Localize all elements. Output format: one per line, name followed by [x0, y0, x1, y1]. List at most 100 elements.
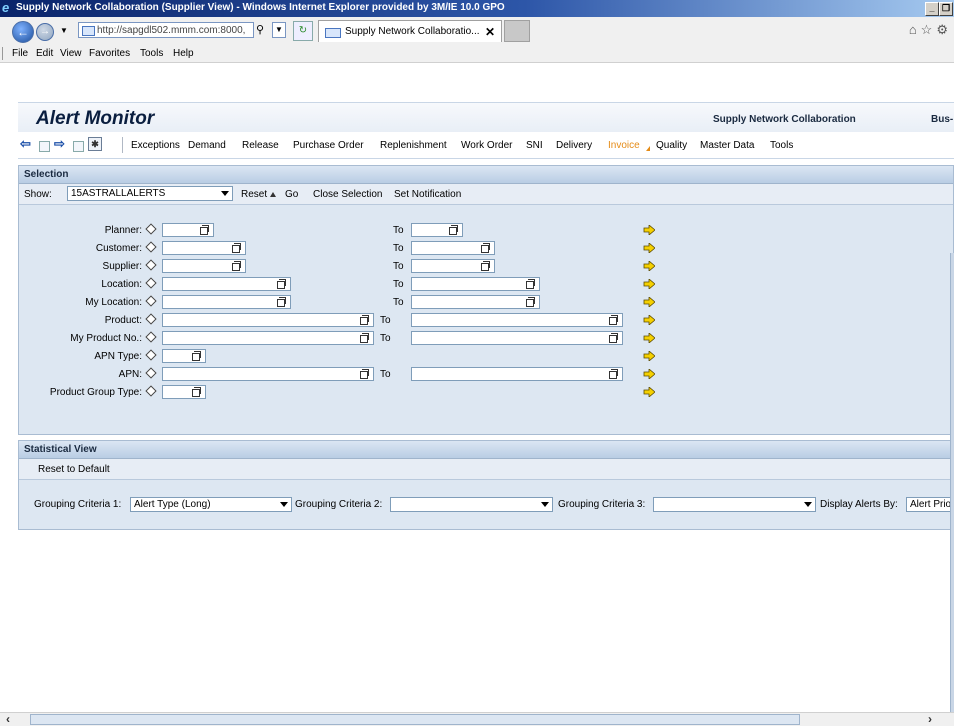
show-variant-select[interactable]: 15ASTRALLALERTS [67, 186, 233, 201]
value-help-icon[interactable] [609, 369, 618, 379]
menu-favorites[interactable]: Favorites [89, 48, 130, 59]
multiple-selection-arrow-icon[interactable] [643, 278, 656, 290]
value-help-icon[interactable] [449, 225, 458, 235]
browser-tab[interactable]: Supply Network Collaboratio... ✕ [318, 20, 502, 42]
value-help-icon[interactable] [360, 369, 369, 379]
value-help-icon[interactable] [232, 261, 241, 271]
menu-edit[interactable]: Edit [36, 48, 53, 59]
value-help-icon[interactable] [481, 261, 490, 271]
multiple-selection-arrow-icon[interactable] [643, 386, 656, 398]
nav-delivery[interactable]: Delivery [556, 140, 592, 151]
select-options-icon[interactable] [145, 223, 157, 235]
select-options-icon[interactable] [145, 349, 157, 361]
scroll-right-icon[interactable]: › [928, 712, 932, 726]
nav-quality[interactable]: Quality [656, 140, 687, 151]
nav-purchase-order[interactable]: Purchase Order [293, 140, 364, 151]
nav-demand[interactable]: Demand [188, 140, 226, 151]
tab-close-icon[interactable]: ✕ [485, 21, 495, 43]
multiple-selection-arrow-icon[interactable] [643, 296, 656, 308]
multiple-selection-arrow-icon[interactable] [643, 242, 656, 254]
horizontal-scrollbar[interactable]: ‹ › [0, 712, 954, 726]
value-help-icon[interactable] [277, 279, 286, 289]
nav-back-icon[interactable]: ⇦ [20, 137, 31, 151]
multiple-selection-arrow-icon[interactable] [643, 260, 656, 272]
multiple-selection-arrow-icon[interactable] [643, 350, 656, 362]
field-to-input[interactable] [411, 277, 540, 291]
back-button[interactable]: ← [12, 21, 34, 43]
forward-button[interactable]: → [36, 23, 54, 41]
close-selection-button[interactable]: Close Selection [313, 189, 382, 200]
field-from-input[interactable] [162, 331, 374, 345]
multiple-selection-arrow-icon[interactable] [643, 224, 656, 236]
nav-master-data[interactable]: Master Data [700, 140, 754, 151]
select-options-icon[interactable] [145, 241, 157, 253]
nav-work-order[interactable]: Work Order [461, 140, 513, 151]
nav-forward-icon[interactable]: ⇨ [54, 137, 65, 151]
value-help-icon[interactable] [526, 279, 535, 289]
reset-to-default-button[interactable]: Reset to Default [38, 464, 110, 475]
scroll-left-icon[interactable]: ‹ [6, 712, 10, 726]
set-notification-button[interactable]: Set Notification [394, 189, 461, 200]
menu-tools[interactable]: Tools [140, 48, 163, 59]
history-dropdown-icon[interactable]: ▼ [60, 26, 68, 35]
reset-options-icon[interactable] [270, 192, 276, 197]
select-options-icon[interactable] [145, 259, 157, 271]
value-help-icon[interactable] [360, 315, 369, 325]
value-help-icon[interactable] [192, 351, 201, 361]
field-from-input[interactable] [162, 277, 291, 291]
multiple-selection-arrow-icon[interactable] [643, 368, 656, 380]
reset-button[interactable]: Reset [241, 189, 267, 200]
nav-invoice[interactable]: Invoice [608, 140, 640, 151]
select-options-icon[interactable] [145, 385, 157, 397]
value-help-icon[interactable] [232, 243, 241, 253]
value-help-icon[interactable] [526, 297, 535, 307]
restore-button[interactable]: ❐ [939, 2, 953, 16]
scrollbar-thumb[interactable] [30, 714, 800, 725]
value-help-icon[interactable] [481, 243, 490, 253]
field-from-input[interactable] [162, 295, 291, 309]
value-help-icon[interactable] [192, 387, 201, 397]
field-to-input[interactable] [411, 331, 623, 345]
address-bar[interactable]: http://sapgdl502.mmm.com:8000, [78, 22, 254, 38]
menu-help[interactable]: Help [173, 48, 194, 59]
grouping-criteria-2-select[interactable] [390, 497, 553, 512]
nav-release[interactable]: Release [242, 140, 279, 151]
field-to-input[interactable] [411, 367, 623, 381]
go-button[interactable]: Go [285, 189, 298, 200]
select-options-icon[interactable] [145, 313, 157, 325]
menu-view[interactable]: View [60, 48, 82, 59]
new-tab-button[interactable] [504, 20, 530, 42]
value-help-icon[interactable] [360, 333, 369, 343]
personalize-icon[interactable]: ✱ [88, 137, 102, 151]
nav-sni[interactable]: SNI [526, 140, 543, 151]
home-star-gear-icons[interactable]: ⌂☆⚙ [909, 22, 952, 38]
display-alerts-by-select[interactable]: Alert Prio [906, 497, 954, 512]
select-options-icon[interactable] [145, 277, 157, 289]
field-to-input[interactable] [411, 295, 540, 309]
nav-tools[interactable]: Tools [770, 140, 793, 151]
multiple-selection-arrow-icon[interactable] [643, 314, 656, 326]
field-from-input[interactable] [162, 313, 374, 327]
forward-history-icon[interactable] [73, 141, 84, 152]
grouping-criteria-1-select[interactable]: Alert Type (Long) [130, 497, 292, 512]
value-help-icon[interactable] [609, 315, 618, 325]
select-options-icon[interactable] [145, 367, 157, 379]
invoice-expand-icon[interactable] [646, 146, 650, 151]
minimize-button[interactable]: _ [925, 2, 939, 16]
menu-file[interactable]: File [12, 48, 28, 59]
field-from-input[interactable] [162, 367, 374, 381]
vertical-scrollbar[interactable] [950, 253, 954, 712]
address-dropdown-icon[interactable]: ▼ [272, 22, 286, 38]
nav-exceptions[interactable]: Exceptions [131, 140, 180, 151]
nav-replenishment[interactable]: Replenishment [380, 140, 447, 151]
value-help-icon[interactable] [609, 333, 618, 343]
select-options-icon[interactable] [145, 331, 157, 343]
value-help-icon[interactable] [200, 225, 209, 235]
back-history-icon[interactable] [39, 141, 50, 152]
refresh-icon[interactable]: ↻ [293, 21, 313, 41]
multiple-selection-arrow-icon[interactable] [643, 332, 656, 344]
search-icon[interactable]: ⚲ [256, 22, 270, 38]
field-to-input[interactable] [411, 313, 623, 327]
value-help-icon[interactable] [277, 297, 286, 307]
grouping-criteria-3-select[interactable] [653, 497, 816, 512]
